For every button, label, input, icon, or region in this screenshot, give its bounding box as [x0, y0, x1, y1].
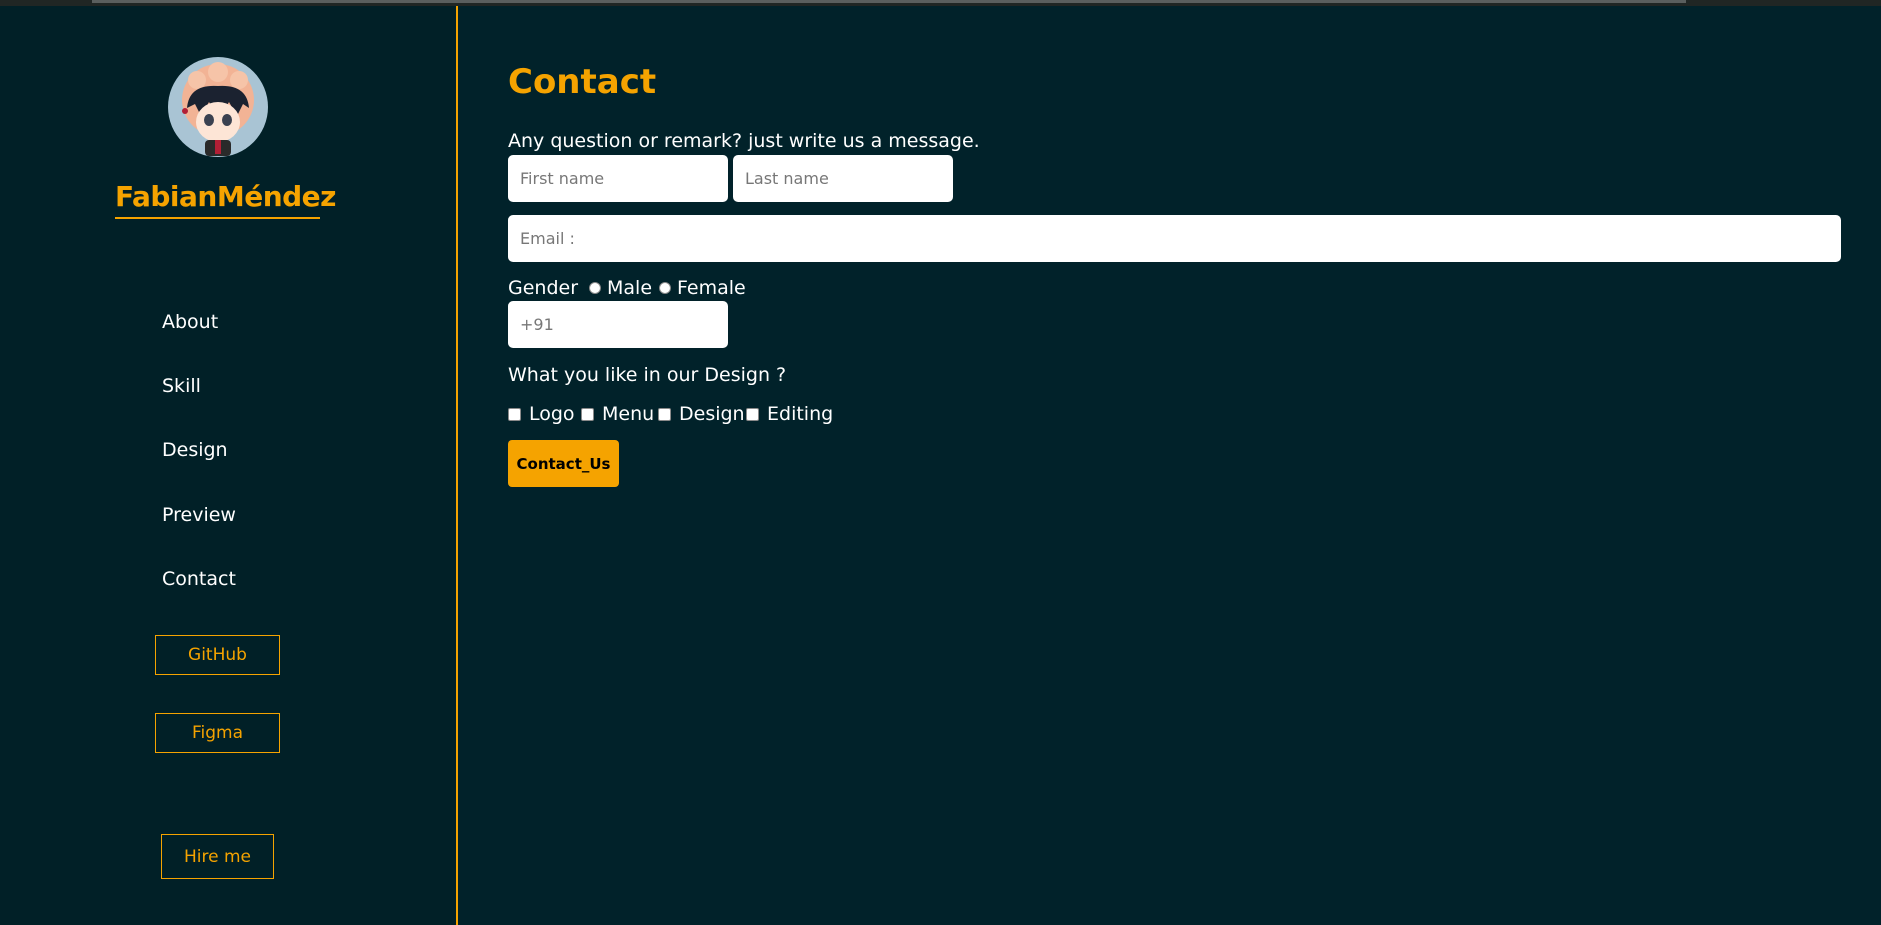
- last-name-input[interactable]: [733, 155, 953, 202]
- contact-us-button[interactable]: Contact_Us: [508, 440, 619, 487]
- github-button[interactable]: GitHub: [155, 635, 280, 675]
- logo-label: Logo: [529, 403, 575, 425]
- male-label: Male: [607, 277, 653, 299]
- nav-item-design[interactable]: Design: [162, 439, 228, 461]
- likes-option-logo[interactable]: Logo: [508, 403, 575, 425]
- scrollbar-thumb[interactable]: [92, 0, 1686, 3]
- nav-item-skill[interactable]: Skill: [162, 375, 201, 397]
- likes-option-editing[interactable]: Editing: [746, 403, 833, 425]
- nav-item-about[interactable]: About: [162, 311, 218, 333]
- gender-option-male[interactable]: Male: [589, 277, 652, 299]
- design-checkbox[interactable]: [658, 407, 671, 421]
- sidebar: FabianMéndez About Skill Design Preview …: [0, 6, 458, 925]
- editing-checkbox[interactable]: [746, 407, 759, 421]
- gender-label: Gender: [508, 277, 579, 299]
- contact-intro: Any question or remark? just write us a …: [508, 130, 980, 152]
- likes-option-design[interactable]: Design: [658, 403, 745, 425]
- contact-section: Contact Any question or remark? just wri…: [458, 6, 1881, 925]
- hire-me-button[interactable]: Hire me: [161, 834, 274, 879]
- brand-name: FabianMéndez: [115, 180, 336, 219]
- first-name-input[interactable]: [508, 155, 728, 202]
- logo-checkbox[interactable]: [508, 407, 521, 421]
- design-label: Design: [679, 403, 745, 425]
- female-radio[interactable]: [659, 282, 671, 294]
- female-label: Female: [677, 277, 746, 299]
- nav-item-preview[interactable]: Preview: [162, 504, 236, 526]
- menu-label: Menu: [602, 403, 655, 425]
- likes-option-menu[interactable]: Menu: [581, 403, 654, 425]
- editing-label: Editing: [767, 403, 834, 425]
- menu-checkbox[interactable]: [581, 407, 594, 421]
- email-input[interactable]: [508, 215, 1841, 262]
- figma-button[interactable]: Figma: [155, 713, 280, 753]
- nav-item-contact[interactable]: Contact: [162, 568, 236, 590]
- phone-input[interactable]: [508, 301, 728, 348]
- avatar: [168, 57, 268, 157]
- male-radio[interactable]: [589, 282, 601, 294]
- page-title: Contact: [508, 62, 657, 102]
- likes-question: What you like in our Design ?: [508, 364, 787, 386]
- gender-option-female[interactable]: Female: [659, 277, 746, 299]
